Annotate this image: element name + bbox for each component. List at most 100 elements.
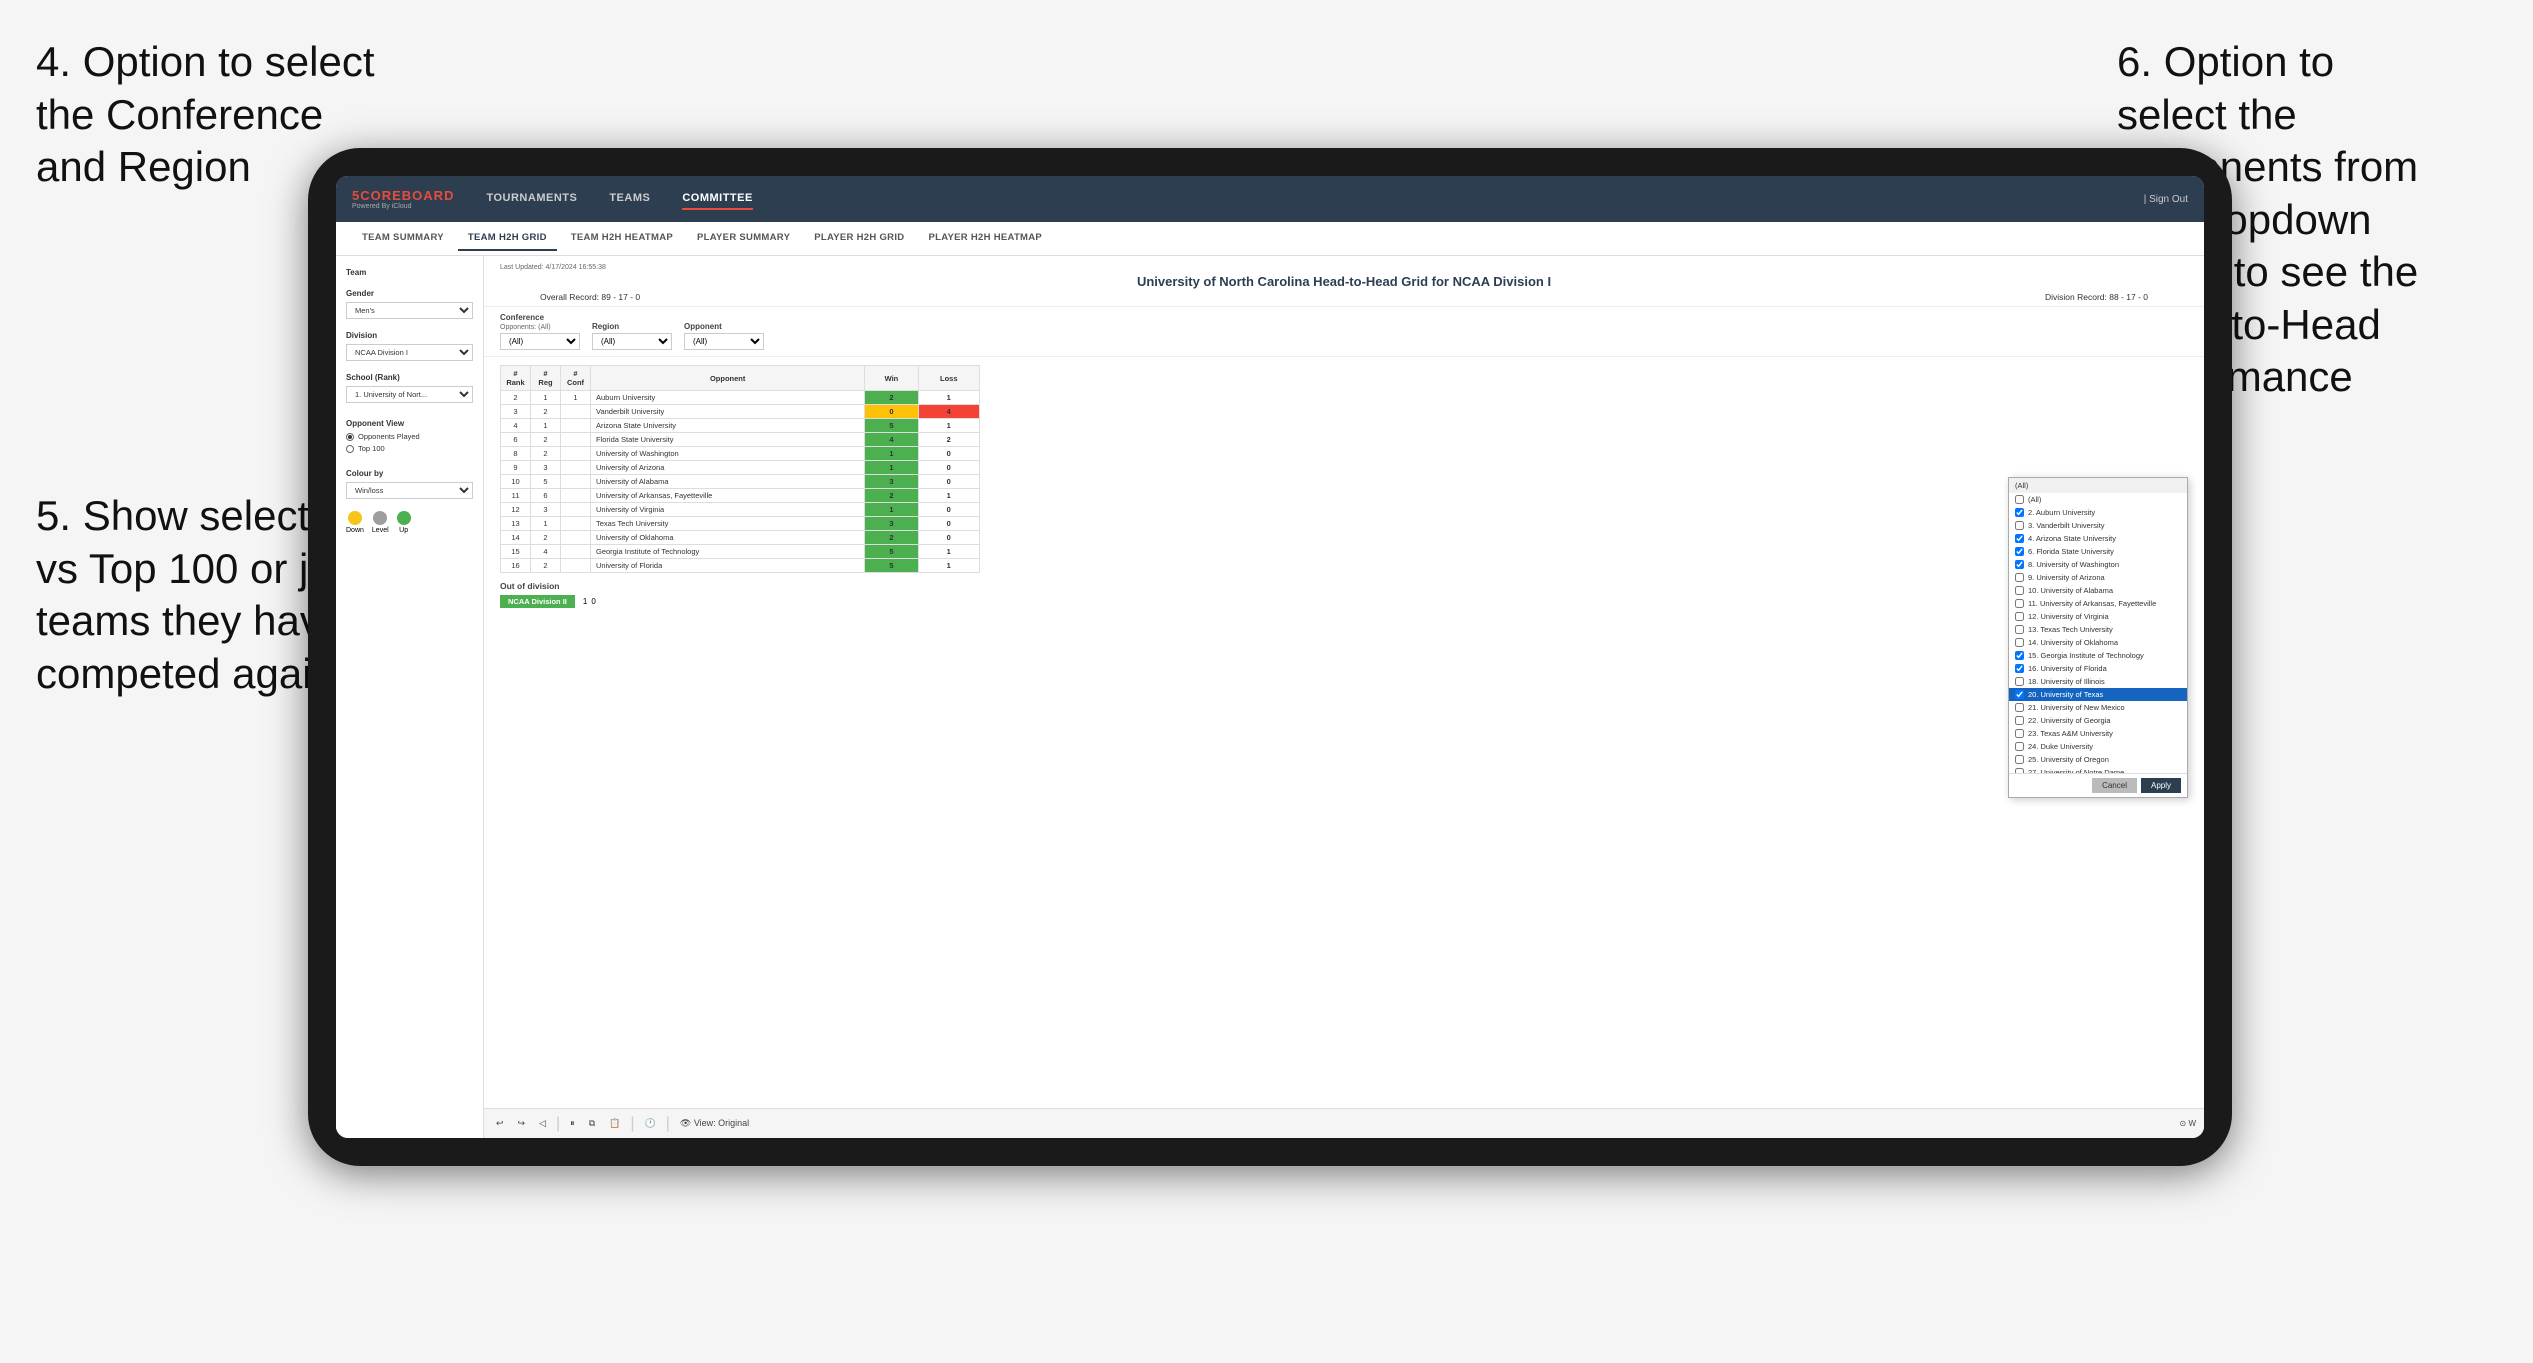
apply-button[interactable]: Apply <box>2141 778 2181 793</box>
dropdown-item-10[interactable]: 10. University of Alabama <box>2009 584 2187 597</box>
dropdown-item-8[interactable]: 8. University of Washington <box>2009 558 2187 571</box>
toolbar-pause[interactable]: ⏸ <box>566 1116 579 1131</box>
sidebar-team-label: Team <box>346 268 473 277</box>
toolbar-paste[interactable]: 📋 <box>605 1116 624 1131</box>
sidebar-division-select[interactable]: NCAA Division I <box>346 344 473 361</box>
legend-level-label: Level <box>372 527 389 534</box>
bottom-toolbar: ↩ ↪ ◁ | ⏸ ⧉ 📋 | 🕐 | 👁 View: Original ⊙ W <box>484 1108 2204 1138</box>
dropdown-item-3[interactable]: 3. Vanderbilt University <box>2009 519 2187 532</box>
checkbox-all[interactable] <box>2015 495 2024 504</box>
checkbox-15[interactable] <box>2015 651 2024 660</box>
sidebar-gender-select[interactable]: Men's <box>346 302 473 319</box>
checkbox-9[interactable] <box>2015 573 2024 582</box>
dropdown-item-22[interactable]: 22. University of Georgia <box>2009 714 2187 727</box>
dropdown-item-23[interactable]: 23. Texas A&M University <box>2009 727 2187 740</box>
radio-label-top100: Top 100 <box>358 444 385 453</box>
checkbox-10[interactable] <box>2015 586 2024 595</box>
nav-teams[interactable]: TEAMS <box>609 188 650 210</box>
dropdown-item-2[interactable]: 2. Auburn University <box>2009 506 2187 519</box>
sidebar-colour-select[interactable]: Win/loss <box>346 482 473 499</box>
dropdown-item-6[interactable]: 6. Florida State University <box>2009 545 2187 558</box>
dropdown-item-18[interactable]: 18. University of Illinois <box>2009 675 2187 688</box>
checkbox-8[interactable] <box>2015 560 2024 569</box>
checkbox-4[interactable] <box>2015 534 2024 543</box>
cancel-button[interactable]: Cancel <box>2092 778 2137 793</box>
tab-player-h2h-heatmap[interactable]: PLAYER H2H HEATMAP <box>918 226 1052 251</box>
cell-win: 2 <box>865 489 918 503</box>
tab-player-h2h-grid[interactable]: PLAYER H2H GRID <box>804 226 914 251</box>
sub-nav: TEAM SUMMARY TEAM H2H GRID TEAM H2H HEAT… <box>336 222 2204 256</box>
checkbox-22[interactable] <box>2015 716 2024 725</box>
tab-h2h-heatmap[interactable]: TEAM H2H HEATMAP <box>561 226 683 251</box>
legend-level: Level <box>372 511 389 534</box>
tab-player-summary[interactable]: PLAYER SUMMARY <box>687 226 800 251</box>
toolbar-view[interactable]: 👁 View: Original <box>676 1116 753 1131</box>
out-division-win: 1 <box>583 597 587 606</box>
filter-region-select[interactable]: (All) <box>592 333 672 350</box>
checkbox-6[interactable] <box>2015 547 2024 556</box>
cell-conf <box>561 475 591 489</box>
checkbox-23[interactable] <box>2015 729 2024 738</box>
toolbar-sep1: | <box>556 1115 560 1133</box>
th-win: Win <box>865 366 918 391</box>
toolbar-sep2: | <box>630 1115 634 1133</box>
dropdown-item-16[interactable]: 16. University of Florida <box>2009 662 2187 675</box>
dropdown-item-9[interactable]: 9. University of Arizona <box>2009 571 2187 584</box>
checkbox-13[interactable] <box>2015 625 2024 634</box>
checkbox-16[interactable] <box>2015 664 2024 673</box>
radio-top100[interactable]: Top 100 <box>346 444 473 453</box>
nav-tournaments[interactable]: TOURNAMENTS <box>486 188 577 210</box>
sidebar-school-label: School (Rank) <box>346 373 473 382</box>
checkbox-27[interactable] <box>2015 768 2024 773</box>
toolbar-undo[interactable]: ↩ <box>492 1116 508 1131</box>
filter-region: Region (All) <box>592 322 672 350</box>
dropdown-item-12[interactable]: 12. University of Virginia <box>2009 610 2187 623</box>
filter-opponent-select[interactable]: (All) <box>684 333 764 350</box>
checkbox-25[interactable] <box>2015 755 2024 764</box>
tab-team-summary[interactable]: TEAM SUMMARY <box>352 226 454 251</box>
dropdown-item-20[interactable]: 20. University of Texas <box>2009 688 2187 701</box>
checkbox-21[interactable] <box>2015 703 2024 712</box>
nav-signout[interactable]: | Sign Out <box>2144 194 2188 205</box>
cell-rank: 6 <box>501 433 531 447</box>
sidebar-team-section: Team <box>346 268 473 277</box>
nav-committee[interactable]: COMMITTEE <box>682 188 753 210</box>
sidebar-school-select[interactable]: 1. University of Nort... <box>346 386 473 403</box>
dropdown-item-15[interactable]: 15. Georgia Institute of Technology <box>2009 649 2187 662</box>
cell-conf <box>561 447 591 461</box>
dropdown-item-21[interactable]: 21. University of New Mexico <box>2009 701 2187 714</box>
dropdown-item-label: 16. University of Florida <box>2028 664 2107 673</box>
dropdown-item-25[interactable]: 25. University of Oregon <box>2009 753 2187 766</box>
cell-name: Texas Tech University <box>591 517 865 531</box>
cell-loss: 1 <box>918 545 979 559</box>
dropdown-item-14[interactable]: 14. University of Oklahoma <box>2009 636 2187 649</box>
toolbar-clock[interactable]: 🕐 <box>641 1116 660 1131</box>
dropdown-item-all[interactable]: (All) <box>2009 493 2187 506</box>
th-loss: Loss <box>918 366 979 391</box>
radio-opponents-played[interactable]: Opponents Played <box>346 432 473 441</box>
sidebar-school-section: School (Rank) 1. University of Nort... <box>346 373 473 403</box>
dropdown-item-27[interactable]: 27. University of Notre Dame <box>2009 766 2187 773</box>
tab-h2h-grid[interactable]: TEAM H2H GRID <box>458 226 557 251</box>
checkbox-20[interactable] <box>2015 690 2024 699</box>
checkbox-18[interactable] <box>2015 677 2024 686</box>
dropdown-footer: Cancel Apply <box>2009 773 2187 797</box>
filter-conference-select[interactable]: (All) <box>500 333 580 350</box>
dropdown-item-24[interactable]: 24. Duke University <box>2009 740 2187 753</box>
toolbar-redo[interactable]: ↪ <box>514 1116 530 1131</box>
opponent-dropdown[interactable]: (All) (All) 2. Auburn University <box>2008 477 2188 798</box>
checkbox-14[interactable] <box>2015 638 2024 647</box>
toolbar-copy[interactable]: ⧉ <box>585 1116 599 1131</box>
checkbox-2[interactable] <box>2015 508 2024 517</box>
checkbox-12[interactable] <box>2015 612 2024 621</box>
checkbox-24[interactable] <box>2015 742 2024 751</box>
checkbox-11[interactable] <box>2015 599 2024 608</box>
dropdown-item-11[interactable]: 11. University of Arkansas, Fayetteville <box>2009 597 2187 610</box>
toolbar-back[interactable]: ◁ <box>535 1116 550 1131</box>
info-bar: Last Updated: 4/17/2024 16:55:38 Univers… <box>484 256 2204 307</box>
dropdown-item-label: 9. University of Arizona <box>2028 573 2105 582</box>
dropdown-item-13[interactable]: 13. Texas Tech University <box>2009 623 2187 636</box>
legend-down-label: Down <box>346 527 364 534</box>
dropdown-item-4[interactable]: 4. Arizona State University <box>2009 532 2187 545</box>
checkbox-3[interactable] <box>2015 521 2024 530</box>
